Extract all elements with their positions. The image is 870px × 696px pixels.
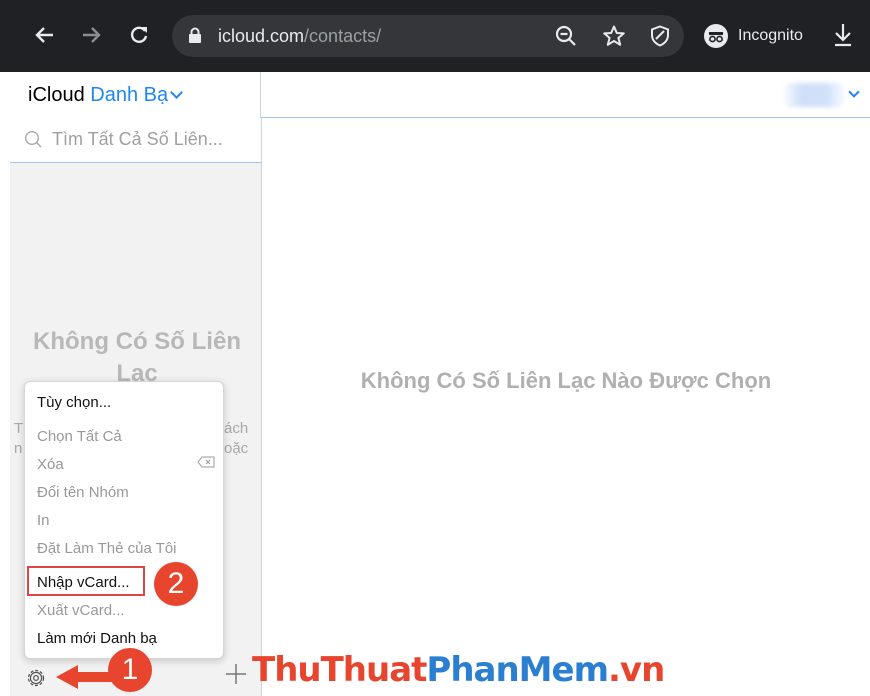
import-vcard-highlight bbox=[27, 566, 145, 596]
download-icon[interactable] bbox=[832, 22, 854, 48]
zoom-out-icon[interactable] bbox=[554, 24, 578, 48]
url-path: /contacts/ bbox=[304, 26, 382, 46]
menu-item-delete[interactable]: Xóa bbox=[37, 456, 64, 473]
empty-hint-fragment: ách bbox=[224, 420, 249, 437]
shield-icon[interactable] bbox=[648, 24, 672, 48]
back-icon[interactable] bbox=[28, 18, 62, 52]
menu-item-preferences[interactable]: Tùy chọn... bbox=[37, 394, 111, 411]
incognito-icon bbox=[704, 24, 728, 48]
watermark-part-2: PhanMem bbox=[426, 650, 609, 690]
app-title[interactable]: iCloud Danh Bạ bbox=[28, 84, 183, 107]
forward-icon[interactable] bbox=[74, 18, 108, 52]
browser-toolbar: icloud.com/contacts/ Incognito bbox=[0, 0, 870, 72]
gear-icon[interactable] bbox=[24, 666, 48, 690]
lock-icon bbox=[189, 27, 201, 43]
watermark-part-1: ThuThuat bbox=[252, 650, 427, 690]
step-2-badge: 2 bbox=[154, 562, 198, 606]
menu-item-print[interactable]: In bbox=[37, 512, 50, 529]
search-input[interactable] bbox=[52, 129, 252, 150]
search-bar[interactable] bbox=[10, 118, 262, 163]
url-host: icloud.com bbox=[218, 26, 305, 46]
address-bar[interactable]: icloud.com/contacts/ bbox=[172, 15, 684, 57]
reload-icon[interactable] bbox=[122, 18, 156, 52]
watermark-part-3: .vn bbox=[608, 650, 665, 690]
left-edge bbox=[0, 118, 10, 696]
incognito-indicator[interactable]: Incognito bbox=[704, 24, 803, 48]
chevron-down-icon[interactable] bbox=[170, 86, 183, 99]
pointer-arrow-icon bbox=[56, 665, 112, 689]
incognito-label: Incognito bbox=[738, 27, 803, 44]
menu-item-export-vcard[interactable]: Xuất vCard... bbox=[37, 602, 125, 619]
step-1-badge: 1 bbox=[108, 648, 152, 692]
empty-hint-fragment: oặc bbox=[224, 440, 249, 457]
account-menu[interactable] bbox=[784, 83, 844, 107]
add-contact-icon[interactable] bbox=[224, 662, 248, 686]
search-icon bbox=[24, 130, 42, 148]
no-contact-selected-message: Không Có Số Liên Lạc Nào Được Chọn bbox=[360, 368, 772, 393]
delete-key-icon bbox=[197, 456, 215, 468]
header-divider bbox=[260, 117, 870, 118]
watermark: ThuThuatPhanMem.vn bbox=[252, 650, 665, 690]
menu-item-refresh-contacts[interactable]: Làm mới Danh bạ bbox=[37, 630, 157, 647]
section-switcher[interactable]: Danh Bạ bbox=[90, 84, 168, 106]
empty-hint-fragment: n bbox=[14, 440, 23, 457]
menu-item-select-all[interactable]: Chọn Tất Cả bbox=[37, 428, 122, 445]
settings-menu: Tùy chọn... Chọn Tất Cả Xóa Đổi tên Nhóm… bbox=[24, 381, 224, 659]
url-text: icloud.com/contacts/ bbox=[218, 26, 381, 47]
menu-item-rename-group[interactable]: Đổi tên Nhóm bbox=[37, 484, 129, 501]
empty-hint-fragment: T bbox=[14, 420, 24, 437]
bookmark-star-icon[interactable] bbox=[602, 24, 626, 48]
brand-name: iCloud bbox=[28, 84, 85, 106]
menu-item-make-my-card[interactable]: Đặt Làm Thẻ của Tôi bbox=[37, 540, 177, 557]
